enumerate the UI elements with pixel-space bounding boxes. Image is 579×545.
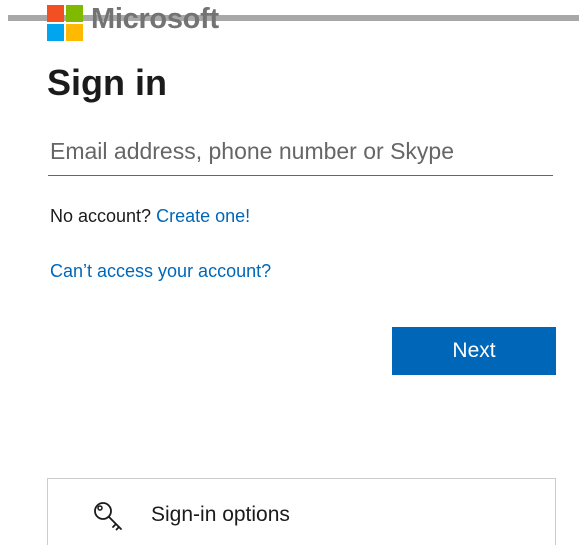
next-button[interactable]: Next	[392, 327, 556, 375]
sign-in-options-button[interactable]: Sign-in options	[47, 478, 556, 545]
logo-square-green	[66, 5, 83, 22]
no-account-text: No account?	[50, 206, 157, 226]
no-account-row: No account? Create one!	[50, 206, 250, 227]
logo-square-red	[47, 5, 64, 22]
logo-square-yellow	[66, 24, 83, 41]
page-title: Sign in	[47, 62, 167, 103]
microsoft-logo: Microsoft	[47, 2, 219, 41]
sign-in-options-label: Sign-in options	[151, 503, 290, 526]
key-icon	[94, 502, 122, 531]
microsoft-logo-icon	[47, 5, 83, 41]
logo-square-blue	[47, 24, 64, 41]
cant-access-row: Can’t access your account?	[50, 261, 271, 282]
email-input[interactable]	[48, 128, 553, 176]
cant-access-link[interactable]: Can’t access your account?	[50, 261, 271, 281]
sign-in-page: Microsoft Sign in No account? Create one…	[0, 0, 579, 545]
logo-text: Microsoft	[91, 2, 219, 35]
create-account-link[interactable]: Create one!	[156, 206, 250, 226]
